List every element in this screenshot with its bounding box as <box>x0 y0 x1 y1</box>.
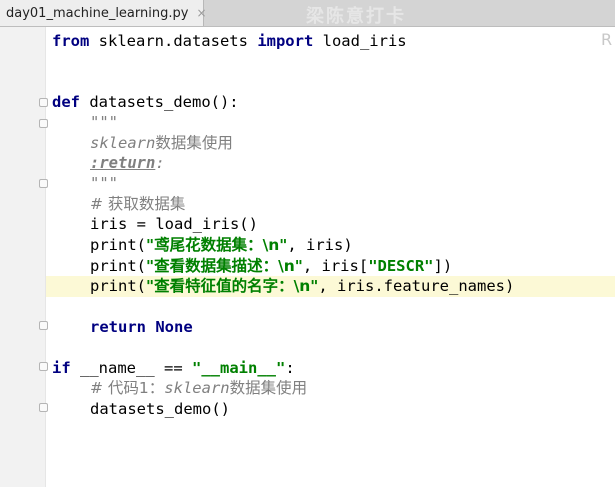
fold-icon[interactable] <box>39 119 48 128</box>
code-line-19[interactable]: datasets_demo() <box>90 399 230 419</box>
line-gutter <box>0 27 46 487</box>
code-line-4[interactable]: def datasets_demo(): <box>52 92 239 112</box>
code-line-12[interactable]: print("查看数据集描述：\n", iris["DESCR"]) <box>90 256 452 276</box>
code-line-7[interactable]: :return: <box>90 153 165 173</box>
code-line-6[interactable]: sklearn数据集使用 <box>90 133 233 153</box>
file-tab-label: day01_machine_learning.py <box>6 5 189 21</box>
fold-icon[interactable] <box>39 179 48 188</box>
editor-margin-line <box>45 27 46 487</box>
fold-icon[interactable] <box>39 403 48 412</box>
code-line-1[interactable]: from sklearn.datasets import load_iris <box>52 31 407 51</box>
code-line-13[interactable]: print("查看特征值的名字：\n", iris.feature_names) <box>90 276 514 296</box>
code-line-10[interactable]: iris = load_iris() <box>90 214 258 234</box>
editor-tab-bar: day01_machine_learning.py × 梁陈意打卡 <box>0 0 615 27</box>
code-line-8[interactable]: """ <box>90 173 118 193</box>
file-tab[interactable]: day01_machine_learning.py × <box>0 0 207 26</box>
code-line-17[interactable]: if __name__ == "__main__": <box>52 358 295 378</box>
fold-icon[interactable] <box>39 321 48 330</box>
watermark: 梁陈意打卡 <box>306 6 406 27</box>
code-line-5[interactable]: """ <box>90 112 118 132</box>
code-line-15[interactable]: return None <box>90 317 193 337</box>
code-line-9[interactable]: # 获取数据集 <box>90 194 185 214</box>
fold-icon[interactable] <box>39 98 48 107</box>
close-icon[interactable]: × <box>196 6 206 20</box>
right-edge-mark: R <box>601 30 613 49</box>
fold-icon[interactable] <box>39 362 48 371</box>
code-line-18[interactable]: # 代码1：sklearn数据集使用 <box>90 378 307 398</box>
code-line-11[interactable]: print("鸢尾花数据集：\n", iris) <box>90 235 353 255</box>
